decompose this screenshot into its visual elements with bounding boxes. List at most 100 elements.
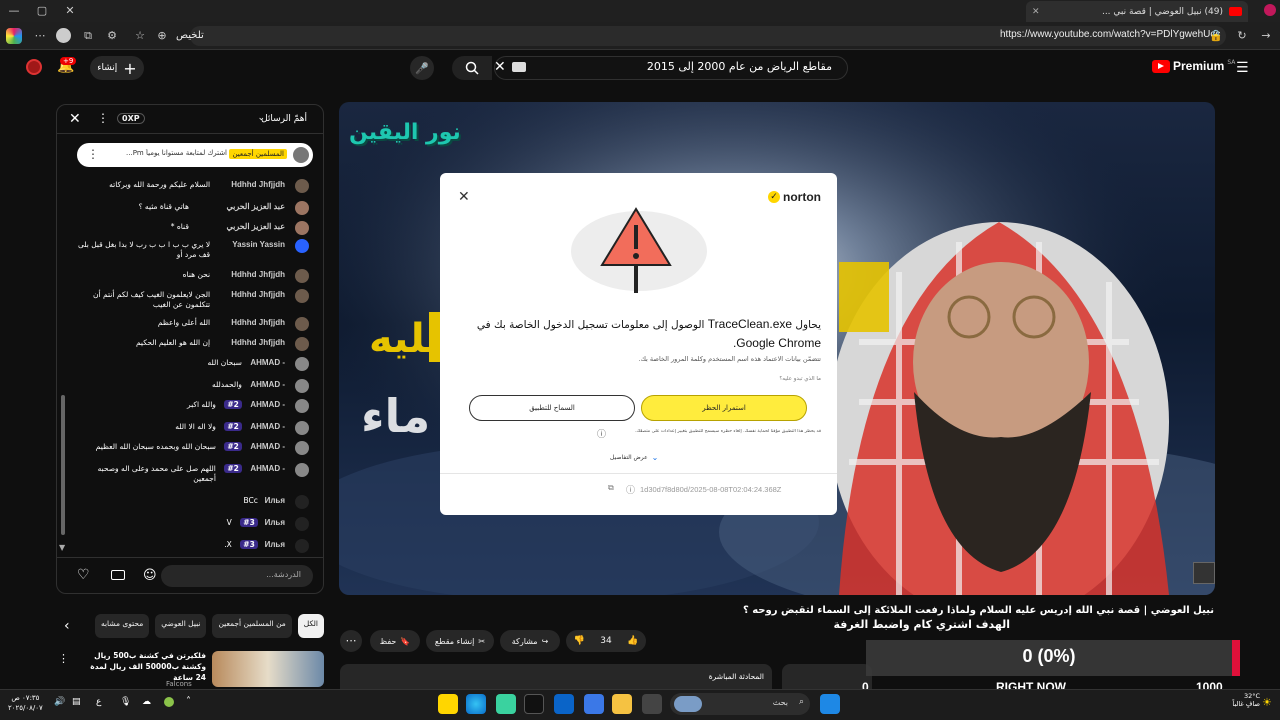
show-details-toggle[interactable]: عرض التفاصيل ⌄ [610, 453, 658, 462]
forward-icon[interactable]: → [1258, 26, 1274, 46]
chat-message[interactable]: Yassin Yassin لا يري ب ب ا ب ب رب لا بدا … [57, 237, 323, 259]
chat-mode-selector[interactable]: أهمّ الرسائل [261, 114, 307, 124]
chat-message[interactable]: Илья #3 X. [57, 537, 323, 557]
tab-title: (49) نبيل العوضي | قصة نبي ... [1101, 6, 1223, 17]
recommendation-thumbnail[interactable] [212, 651, 324, 687]
scroll-down-icon[interactable]: ▼ [59, 543, 65, 552]
chat-message[interactable]: Hdhhd Jhfjjdh الله أعلى واعظم [57, 315, 323, 335]
profile-icon[interactable] [1264, 4, 1276, 16]
clear-search-icon[interactable]: ✕ [494, 59, 506, 75]
recommendation-channel[interactable]: Falcons [166, 680, 192, 688]
chat-message[interactable]: - AHMAD #2 اللهم صل على محمد وعلى اله وصحب… [57, 461, 323, 483]
copilot-icon[interactable] [6, 28, 22, 44]
taskbar-search[interactable]: بحث ⌕ [670, 693, 810, 715]
chat-message[interactable]: - AHMAD #2 ولا اله الا الله [57, 419, 323, 439]
url-text[interactable]: https://www.youtube.com/watch?v=PDlYgweh… [1000, 29, 1220, 40]
chat-message[interactable]: Илья BCc [57, 493, 323, 513]
chip-speaker[interactable]: نبيل العوضي [155, 614, 207, 638]
avatar[interactable] [26, 59, 42, 75]
keyboard-icon[interactable] [512, 62, 526, 72]
chat-message[interactable]: عبد العزيز الحربي هاتي قناة مثيه ؟ [57, 199, 323, 219]
chevron-left-icon[interactable]: ‹ [64, 618, 70, 634]
clock[interactable]: ٠٧:٣٥ ص ٢٠٢٥/٠٨/٠٧ [8, 693, 43, 713]
volume-icon[interactable]: 🔊 [54, 697, 65, 707]
live-chat-strip[interactable]: المحادثة المباشرة [340, 664, 772, 689]
more-vert-icon[interactable]: ⋮ [58, 652, 69, 665]
clip-button[interactable]: إنشاء مقطع ✂ [426, 630, 494, 652]
pinned-message[interactable]: ⋮ المسلمين أجمعين اشترك لمتابعة مستوانا … [77, 143, 313, 167]
youtube-logo[interactable]: Premium SA [1152, 59, 1235, 73]
pinned-more-icon[interactable]: ⋮ [87, 147, 99, 161]
more-vert-icon[interactable]: ⋮ [97, 111, 109, 125]
close-chat-icon[interactable]: ✕ [69, 111, 81, 127]
tray-app-icon[interactable] [164, 697, 174, 707]
save-button[interactable]: حفظ 🔖 [370, 630, 420, 652]
chevron-up-icon[interactable]: ˄ [186, 696, 191, 707]
reading-icon[interactable]: ⊕ [154, 26, 170, 46]
more-actions-button[interactable]: ⋯ [340, 630, 362, 652]
tab-youtube[interactable]: (49) نبيل العوضي | قصة نبي ... ✕ [1026, 1, 1248, 22]
copy-icon[interactable]: ⧉ [608, 483, 614, 493]
keep-blocking-button[interactable]: استمرار الحظر [641, 395, 807, 421]
like-icon[interactable]: 👍 [627, 636, 638, 646]
chat-message[interactable]: Hdhhd Jhfjjdh السلام عليكم ورحمة الله وبر… [57, 177, 323, 197]
create-button[interactable]: إنشاء + [90, 56, 144, 80]
chat-scrollbar[interactable] [61, 395, 65, 535]
collections-icon[interactable]: ⧉ [80, 26, 96, 46]
refresh-icon[interactable]: ↻ [1234, 26, 1250, 46]
chat-message[interactable]: Hdhhd Jhfjjdh إن الله هو العليم الحكيم [57, 335, 323, 355]
summarize-button[interactable]: تلخيص [176, 30, 204, 41]
chat-message[interactable]: Hdhhd Jhfjjdh الجن لايعلمون الغيب كيف لكم… [57, 287, 323, 309]
account-icon[interactable] [56, 28, 71, 43]
restore-icon[interactable]: ▢ [34, 0, 50, 22]
chat-author: عبد العزيز الحربي [226, 222, 285, 231]
language-indicator[interactable]: ع [96, 697, 101, 707]
chip-all[interactable]: الكل [297, 614, 324, 638]
close-window-icon[interactable]: ✕ [62, 0, 78, 22]
close-dialog-icon[interactable]: ✕ [458, 189, 470, 205]
chat-message[interactable]: Hdhhd Jhfjjdh نحن هناه [57, 267, 323, 287]
chip-channel[interactable]: من المسلمين أجمعين [212, 614, 292, 638]
dislike-icon[interactable]: 👎 [574, 636, 585, 646]
weather-widget[interactable]: 32°C صافٍ غالباً [1230, 692, 1260, 708]
event-id[interactable]: 1d30d7f8d80d/2025-08-08T02:04:24.368Z [640, 485, 781, 494]
chevron-down-icon[interactable]: ⌄ [257, 113, 265, 123]
chat-message[interactable]: Илья #3 V [57, 515, 323, 535]
heart-icon[interactable]: ♡ [77, 567, 90, 583]
chat-message[interactable]: - AHMAD سبحان الله [57, 355, 323, 375]
voice-search-button[interactable]: 🎤 [410, 56, 434, 80]
chat-message[interactable]: - AHMAD والحمدلله [57, 377, 323, 397]
what-is-this-link[interactable]: ما الذي تبدو عليه؟ [779, 376, 821, 382]
minimize-icon[interactable]: — [6, 0, 22, 22]
favorite-star-icon[interactable]: ☆ [132, 26, 148, 46]
share-button[interactable]: مشاركة ↪ [500, 630, 560, 652]
taskbar-app-store[interactable] [584, 694, 604, 714]
taskbar-app-notes[interactable] [438, 694, 458, 714]
tab-close-icon[interactable]: ✕ [1032, 7, 1040, 17]
taskbar-app-green[interactable] [496, 694, 516, 714]
chat-input[interactable]: الدردشة... [161, 565, 313, 587]
video-thumbnail-corner[interactable] [1193, 562, 1215, 584]
taskbar-app-outlook[interactable] [554, 694, 574, 714]
taskbar-app-edge[interactable] [466, 694, 486, 714]
chat-message[interactable]: - AHMAD #2 والله اكبر [57, 397, 323, 417]
taskbar-app-taskview[interactable] [642, 694, 662, 714]
allow-app-button[interactable]: السماح للتطبيق [469, 395, 635, 421]
more-icon[interactable]: ⋯ [32, 26, 48, 46]
emoji-icon[interactable]: ☺ [143, 568, 157, 583]
taskbar-app-explorer[interactable] [612, 694, 632, 714]
network-icon[interactable]: ▤ [72, 697, 81, 707]
recommendation-title[interactable]: فلكيرتن في كشنة ب500 ريال وكشنة ب50000 ا… [86, 650, 206, 683]
chip-similar[interactable]: محتوى مشابه [94, 614, 150, 638]
start-button[interactable] [820, 694, 840, 714]
cloud-icon[interactable]: ☁ [142, 697, 151, 707]
chat-message[interactable]: - AHMAD #2 سبحان الله وبحمده سبحان الله ال… [57, 439, 323, 459]
search-button[interactable] [452, 56, 492, 80]
taskbar-app-tiktok[interactable] [524, 694, 544, 714]
menu-icon[interactable]: ☰ [1236, 60, 1249, 76]
gift-icon[interactable] [111, 570, 125, 580]
mic-tray-icon[interactable]: 🎙 [120, 697, 131, 707]
chat-message[interactable]: عبد العزيز الحربي قناه * [57, 219, 323, 239]
points-badge[interactable]: 0XP [117, 113, 145, 124]
extensions-icon[interactable]: ⚙ [104, 26, 120, 46]
